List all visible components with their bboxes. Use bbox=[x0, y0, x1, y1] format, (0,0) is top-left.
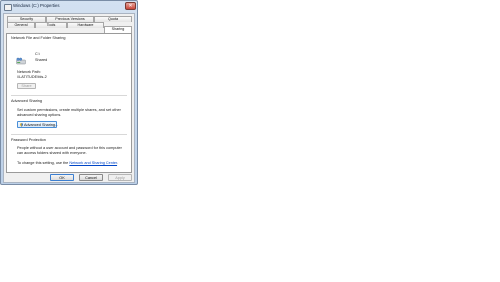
drive-share-status: Shared bbox=[35, 58, 48, 62]
section-divider bbox=[11, 134, 127, 135]
tab-sharing[interactable]: Sharing bbox=[104, 26, 132, 33]
uac-shield-icon bbox=[19, 123, 23, 127]
sharing-tab-panel: Network File and Folder Sharing C:\ Shar… bbox=[6, 33, 132, 173]
change-setting-suffix: . bbox=[117, 161, 119, 165]
properties-window: Windows (C:) Properties ✕ Security Previ… bbox=[0, 0, 138, 185]
network-sharing-center-link[interactable]: Network and Sharing Center bbox=[69, 161, 117, 165]
password-protection-change-text: To change this setting, use the Network … bbox=[17, 161, 118, 165]
advanced-sharing-button[interactable]: Advanced Sharing... bbox=[17, 121, 59, 128]
network-path-value[interactable]: \\LATITUDE\fds-2 bbox=[17, 75, 47, 79]
password-protection-line-2: can access folders shared with everyone. bbox=[17, 151, 87, 155]
password-protection-heading: Password Protection bbox=[11, 138, 46, 142]
section-divider bbox=[11, 95, 127, 96]
change-setting-prefix: To change this setting, use the bbox=[17, 161, 70, 165]
network-path-label: Network Path: bbox=[17, 70, 41, 74]
advanced-sharing-description-1: Set custom permissions, create multiple … bbox=[17, 108, 121, 112]
close-button[interactable]: ✕ bbox=[125, 2, 136, 10]
cancel-button[interactable]: Cancel bbox=[79, 174, 103, 181]
tab-hardware[interactable]: Hardware bbox=[67, 22, 104, 28]
drive-app-icon bbox=[4, 4, 12, 11]
tab-tools[interactable]: Tools bbox=[35, 22, 67, 28]
advanced-sharing-button-label: Advanced Sharing... bbox=[24, 123, 59, 127]
network-sharing-heading: Network File and Folder Sharing bbox=[11, 36, 66, 40]
password-protection-line-1: People without a user account and passwo… bbox=[17, 146, 122, 150]
shared-drive-icon bbox=[16, 57, 26, 65]
dialog-client-area: Security Previous Versions Quota General… bbox=[3, 13, 135, 183]
advanced-sharing-description-2: advanced sharing options. bbox=[17, 113, 62, 117]
ok-button[interactable]: OK bbox=[50, 174, 74, 181]
window-title: Windows (C:) Properties bbox=[13, 3, 60, 8]
tab-general[interactable]: General bbox=[7, 22, 35, 28]
advanced-sharing-heading: Advanced Sharing bbox=[11, 99, 43, 103]
apply-button[interactable]: Apply bbox=[108, 174, 132, 181]
title-bar[interactable]: Windows (C:) Properties ✕ bbox=[1, 1, 137, 13]
share-button[interactable]: Share bbox=[17, 83, 36, 89]
drive-name: C:\ bbox=[35, 52, 40, 56]
